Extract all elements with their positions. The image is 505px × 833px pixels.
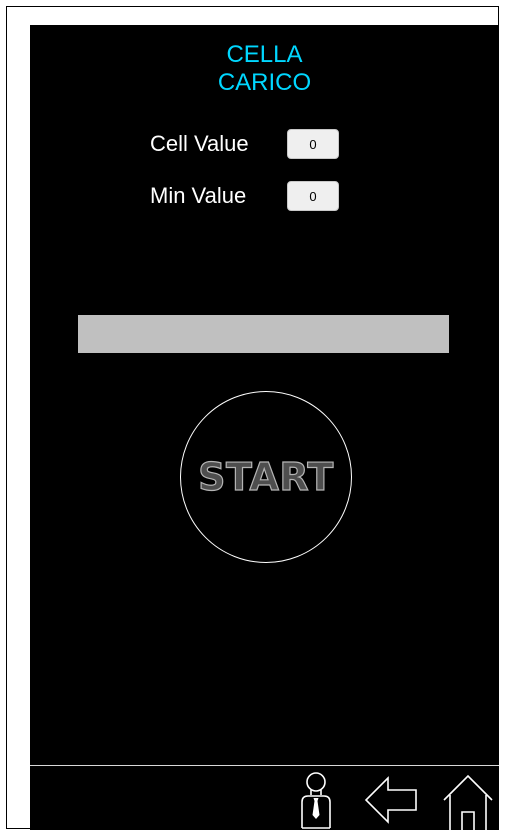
- title-line-2: CARICO: [217, 69, 312, 96]
- cell-value-display[interactable]: 0: [287, 129, 339, 159]
- min-value-label: Min Value: [150, 183, 247, 208]
- min-value-input[interactable]: 0: [287, 181, 339, 211]
- start-button[interactable]: START: [180, 391, 352, 563]
- cell-value-row: Cell Value 0: [150, 127, 339, 161]
- app-frame: CELLA CARICO Cell Value 0 Min Value 0 ST…: [6, 6, 499, 830]
- back-arrow-icon[interactable]: [360, 768, 420, 830]
- title-line-1: CELLA: [226, 41, 303, 68]
- progress-bar: [78, 315, 449, 353]
- min-value-row: Min Value 0: [150, 179, 339, 213]
- footer-bar: [30, 765, 499, 830]
- page-title: CELLA CARICO: [30, 41, 499, 97]
- cell-value-label: Cell Value: [150, 131, 249, 156]
- main-screen: CELLA CARICO Cell Value 0 Min Value 0 ST…: [30, 25, 499, 765]
- home-icon[interactable]: [438, 768, 498, 830]
- user-icon[interactable]: [288, 768, 344, 830]
- start-button-label: START: [198, 454, 334, 499]
